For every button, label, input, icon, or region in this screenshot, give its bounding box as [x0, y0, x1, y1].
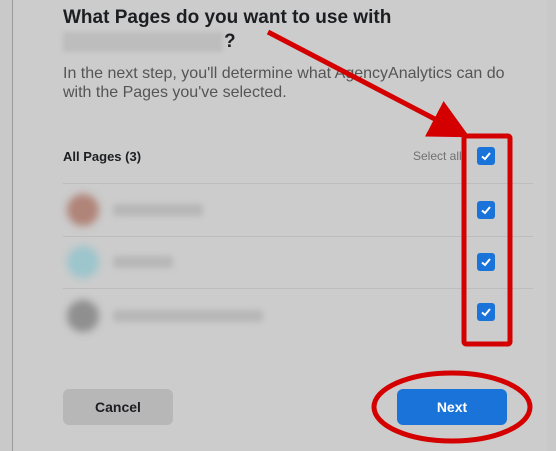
checkmark-icon — [481, 206, 491, 215]
page-avatar — [67, 194, 99, 226]
redacted-page-name — [113, 310, 263, 322]
page-avatar — [67, 246, 99, 278]
redacted-app-name — [63, 32, 223, 52]
page-list-item[interactable] — [63, 242, 483, 282]
checkmark-icon — [481, 308, 491, 317]
page-list-item[interactable] — [63, 190, 483, 230]
divider — [63, 288, 533, 289]
page-list-item[interactable] — [63, 296, 483, 336]
all-pages-label: All Pages (3) — [63, 149, 142, 164]
dialog-title: What Pages do you want to use with ? — [63, 6, 483, 52]
redacted-page-name — [113, 256, 173, 268]
divider — [63, 183, 533, 184]
checkmark-icon — [481, 258, 491, 267]
page-avatar — [67, 300, 99, 332]
dialog-subtitle: In the next step, you'll determine what … — [63, 65, 505, 101]
page-checkbox[interactable] — [477, 253, 495, 271]
next-button[interactable]: Next — [397, 389, 507, 425]
page-checkbox[interactable] — [477, 303, 495, 321]
dialog-title-text: What Pages do you want to use with — [63, 7, 392, 28]
cancel-button[interactable]: Cancel — [63, 389, 173, 425]
page-checkbox[interactable] — [477, 201, 495, 219]
page-selection-dialog: What Pages do you want to use with ? In … — [12, 0, 547, 451]
redacted-page-name — [113, 204, 203, 216]
select-all-checkbox[interactable] — [477, 147, 495, 165]
checkmark-icon — [481, 152, 491, 161]
dialog-title-suffix: ? — [224, 31, 236, 52]
divider — [63, 236, 533, 237]
select-all-label[interactable]: Select all — [413, 149, 462, 163]
